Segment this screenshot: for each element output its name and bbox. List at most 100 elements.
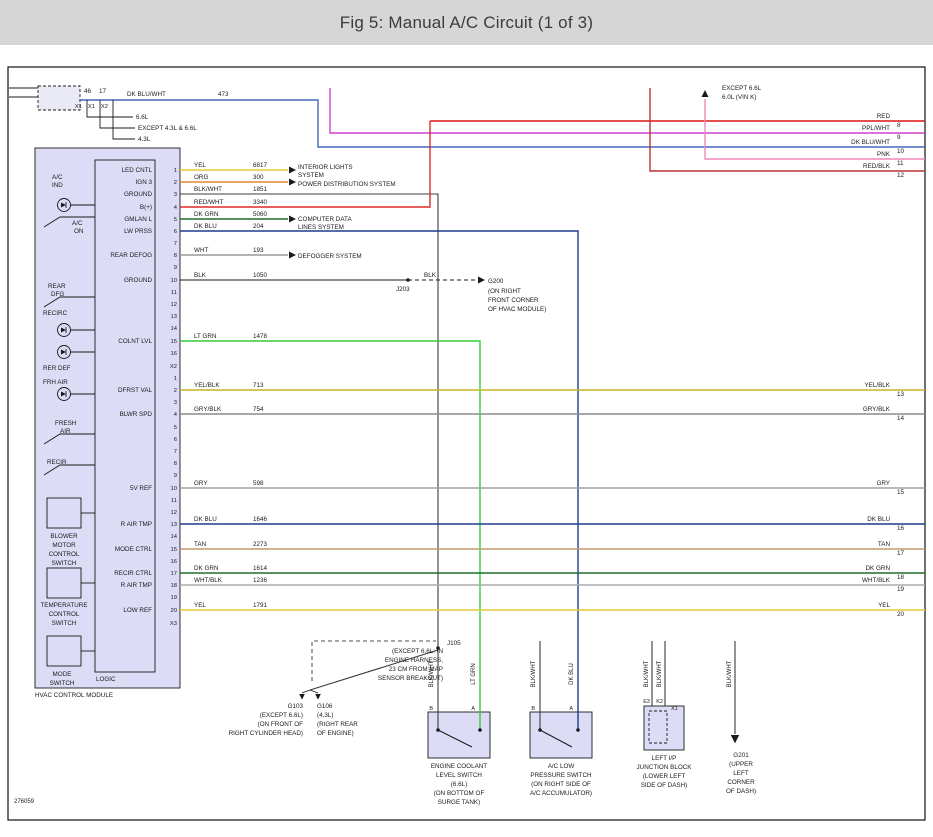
diagram-label: 9 — [174, 265, 177, 271]
diagram-label: 754 — [253, 406, 264, 413]
diagram-label: 6.6L — [136, 114, 149, 121]
diagram-label: BLK/WHT — [657, 660, 663, 687]
diagram-label: 6.0L (VIN K) — [722, 94, 756, 101]
junction-dot — [406, 278, 410, 282]
junction-dot — [478, 728, 482, 732]
diagram-label: COMPUTER DATA — [298, 216, 352, 223]
doc-number: 276059 — [14, 799, 35, 805]
diagram-label: GROUND — [124, 191, 152, 198]
diagram-label: A — [569, 706, 573, 712]
diagram-label: X1 — [75, 104, 82, 110]
diagram-label: DK GRN — [866, 565, 891, 572]
j105-label: J105 — [447, 640, 461, 647]
diagram-label: LT GRN — [194, 333, 217, 340]
diagram-label: 6817 — [253, 162, 268, 169]
diagram-label: 13 — [897, 391, 905, 398]
diagram-label: A/C ACCUMULATOR) — [530, 790, 592, 797]
diagram-label: BLK/WHT — [194, 186, 222, 193]
diagram-label: 10 — [897, 148, 905, 155]
diagram-label: COLNT LVL — [118, 338, 152, 345]
diagram-label: 18 — [897, 574, 905, 581]
diagram-label: DK GRN — [194, 565, 219, 572]
diagram-label: K2 — [656, 699, 663, 705]
diagram-label: EXCEPT 4.3L & 6.6L — [138, 125, 197, 132]
diagram-label: AIR — [60, 428, 71, 435]
diagram-label: 11 — [171, 498, 177, 504]
diagram-label: 14 — [897, 415, 905, 422]
diagram-label: ORG — [194, 174, 208, 181]
g106-label: G106 — [317, 703, 333, 710]
diagram-label: RIGHT CYLINDER HEAD) — [229, 730, 303, 737]
diagram-label: SWITCH — [52, 560, 77, 567]
diagram-label: 15 — [171, 339, 177, 345]
diagram-label: E3 — [643, 699, 650, 705]
diagram-label: 19 — [897, 586, 905, 593]
diagram-label: GRY — [876, 480, 890, 487]
diagram-label: 11 — [171, 290, 177, 296]
diagram-label: RED/BLK — [863, 163, 891, 170]
diagram-label: BLK/WHT — [429, 660, 435, 687]
diagram-label: 15 — [897, 489, 905, 496]
diagram-label: 1646 — [253, 516, 268, 523]
diagram-label: BLK/WHT — [727, 660, 733, 687]
diagram-label: OF ENGINE) — [317, 730, 354, 737]
diagram-label: LEFT I/P — [652, 755, 677, 762]
connector-entry-box — [38, 86, 80, 110]
diagram-label: X2 — [101, 104, 108, 110]
diagram-label: 13 — [171, 522, 177, 528]
diagram-label: SURGE TANK) — [438, 799, 480, 806]
diagram-label: BLOWER — [50, 533, 78, 540]
diagram-label: 3 — [174, 192, 177, 198]
diagram-label: TAN — [878, 541, 891, 548]
diagram-label: 1791 — [253, 602, 268, 609]
diagram-label: LOW REF — [123, 607, 152, 614]
diagram-label: A/C — [52, 174, 63, 181]
diagram-label: (LOWER LEFT — [643, 773, 685, 780]
diagram-label: 2 — [174, 180, 177, 186]
g103-label: G103 — [288, 703, 304, 710]
diagram-label: RECIR CTRL — [114, 570, 152, 577]
diagram-label: LED CNTL — [122, 167, 153, 174]
diagram-label: ENGINE COOLANT — [431, 763, 487, 770]
diagram-label: 20 — [897, 611, 905, 618]
diagram-label: WHT — [194, 247, 208, 254]
diagram-label: A/C — [72, 220, 83, 227]
diagram-label: B — [531, 706, 535, 712]
diagram-label: LW PRSS — [124, 228, 152, 235]
diagram-label: DK BLU — [194, 516, 217, 523]
diagram-label: CORNER — [727, 779, 755, 786]
diagram-label: DEFOGGER SYSTEM — [298, 253, 362, 260]
diagram-label: 19 — [171, 595, 177, 601]
diagram-label: X2 — [170, 364, 177, 370]
diagram-label: INTERIOR LIGHTS — [298, 164, 353, 171]
diagram-label: WHT/BLK — [862, 577, 891, 584]
diagram-label: POWER DISTRIBUTION SYSTEM — [298, 181, 396, 188]
diagram-label: (ON RIGHT SIDE OF — [531, 781, 591, 788]
diagram-label: 6 — [174, 437, 177, 443]
diagram-label: 5 — [174, 425, 177, 431]
diagram-label: SIDE OF DASH) — [641, 782, 688, 789]
diagram-label: 1851 — [253, 186, 268, 193]
diagram-label: 16 — [897, 525, 905, 532]
diagram-label: B — [429, 706, 433, 712]
diagram-label: BLK/WHT — [531, 660, 537, 687]
diagram-label: X1 — [671, 706, 678, 712]
diagram-label: 713 — [253, 382, 264, 389]
diagram-label: 1050 — [253, 272, 268, 279]
diagram-label: FRESH — [55, 420, 77, 427]
diagram-label: CONTROL — [49, 611, 80, 618]
diagram-label: (RIGHT REAR — [317, 721, 358, 728]
diagram-label: WHT/BLK — [194, 577, 223, 584]
diagram-label: 8 — [897, 122, 901, 129]
diagram-label: PNK — [877, 151, 891, 158]
diagram-label: A/C LOW — [548, 763, 575, 770]
diagram-label: DK BLU — [867, 516, 890, 523]
diagram-label: ON — [74, 228, 84, 235]
junction-dot — [538, 728, 542, 732]
diagram-label: 473 — [218, 91, 229, 98]
diagram-label: SWITCH — [50, 680, 75, 687]
diagram-label: (EXCEPT 6.6L: IN — [392, 648, 443, 655]
diagram-label: 6 — [174, 229, 177, 235]
diagram-label: OF HVAC MODULE) — [488, 306, 546, 313]
diagram-label: DK GRN — [194, 211, 219, 218]
